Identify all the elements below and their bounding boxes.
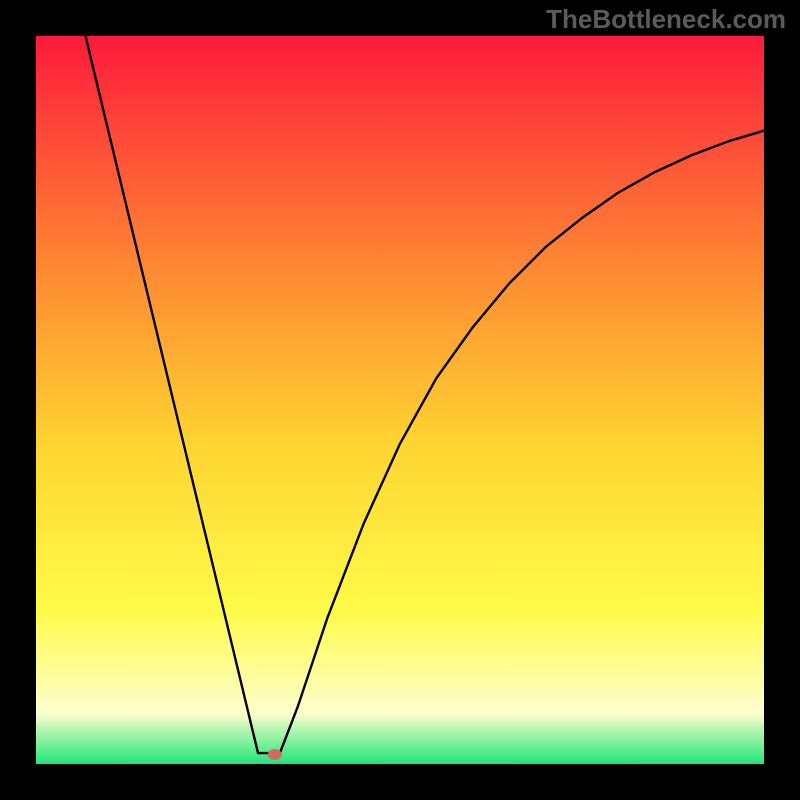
watermark-text: TheBottleneck.com	[546, 4, 786, 35]
chart-frame: TheBottleneck.com	[0, 0, 800, 800]
minimum-marker	[268, 749, 282, 760]
plot-area	[36, 36, 764, 764]
plot-svg	[36, 36, 764, 764]
gradient-background	[36, 36, 764, 764]
